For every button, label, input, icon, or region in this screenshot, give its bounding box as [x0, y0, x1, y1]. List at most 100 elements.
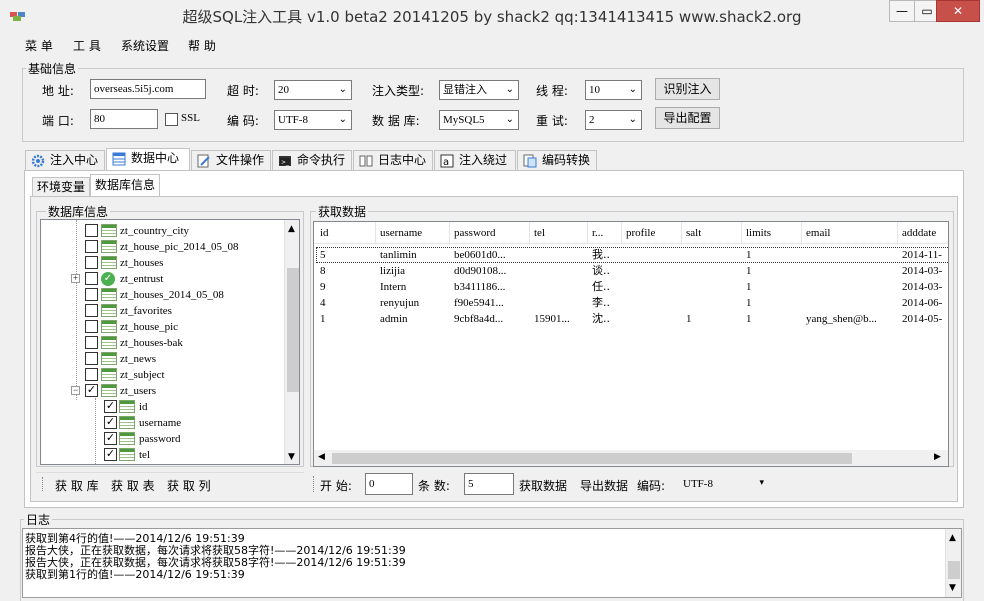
tree-item[interactable]: zt_house_pic	[41, 319, 299, 335]
grid-header-email[interactable]: email	[802, 222, 898, 244]
tab-encode-convert[interactable]: 编码转换	[517, 150, 597, 170]
tree-item[interactable]: zt_houses-bak	[41, 335, 299, 351]
get-databases-button[interactable]: 获 取 库	[55, 477, 99, 494]
count-input[interactable]: 5	[464, 473, 514, 495]
grid-header-username[interactable]: username	[376, 222, 450, 244]
ssl-checkbox[interactable]	[165, 113, 178, 126]
tree-checkbox-checked[interactable]: ✓	[104, 416, 117, 429]
export-config-button[interactable]: 导出配置	[655, 107, 720, 129]
grid-header-profile[interactable]: profile	[622, 222, 682, 244]
address-input[interactable]: overseas.5i5j.com	[90, 79, 206, 99]
tree-item[interactable]: zt_news	[41, 351, 299, 367]
title-bar[interactable]: 超级SQL注入工具 v1.0 beta2 20141205 by shack2 …	[0, 0, 984, 32]
tree-expander[interactable]: +	[71, 274, 80, 283]
tree-checkbox[interactable]	[85, 256, 98, 269]
scroll-left-icon[interactable]: ◀	[318, 452, 325, 462]
menu-help[interactable]: 帮 助	[188, 37, 216, 54]
scroll-right-icon[interactable]: ▶	[934, 452, 941, 462]
tab-data-center[interactable]: 数据中心	[106, 148, 190, 171]
threads-select[interactable]: 10 ⌄	[585, 80, 642, 100]
scroll-down-icon[interactable]: ▼	[949, 583, 956, 593]
identify-inject-button[interactable]: 识别注入	[655, 78, 720, 100]
grid-header-adddate[interactable]: adddate	[898, 222, 948, 244]
tree-item[interactable]: zt_country_city	[41, 223, 299, 239]
tree-checkbox-checked[interactable]: ✓	[104, 432, 117, 445]
menu-tools[interactable]: 工 具	[73, 37, 101, 54]
tab-command[interactable]: >_ 命令执行	[272, 150, 352, 170]
grid-header-r[interactable]: r...	[588, 222, 622, 244]
encoding-select[interactable]: UTF-8 ⌄	[274, 110, 352, 130]
db-tree[interactable]: zt_country_city zt_house_pic_2014_05_08 …	[40, 219, 300, 465]
table-row[interactable]: 9 Intern b3411186... 任.. 1 2014-03-	[314, 279, 948, 295]
tree-checkbox[interactable]	[85, 352, 98, 365]
tree-checkbox[interactable]	[85, 336, 98, 349]
tree-checkbox[interactable]	[85, 224, 98, 237]
start-input[interactable]: 0	[365, 473, 413, 495]
grid-header-id[interactable]: id	[316, 222, 376, 244]
tree-checkbox[interactable]	[85, 320, 98, 333]
grid-header-limits[interactable]: limits	[742, 222, 802, 244]
tree-item[interactable]: + ✓ zt_entrust	[41, 271, 299, 287]
grid-header-password[interactable]: password	[450, 222, 530, 244]
tree-checkbox-checked[interactable]: ✓	[104, 448, 117, 461]
tree-checkbox[interactable]	[85, 240, 98, 253]
tree-checkbox[interactable]	[85, 272, 98, 285]
scroll-thumb[interactable]	[948, 561, 960, 579]
menu-settings[interactable]: 系统设置	[121, 37, 169, 54]
table-row[interactable]: 1 admin 9cbf8a4d... 15901... 沈.. 1 1 yan…	[314, 311, 948, 327]
database-select[interactable]: MySQL5 ⌄	[439, 110, 519, 130]
scroll-down-icon[interactable]: ▼	[288, 452, 295, 462]
tab-inject-center[interactable]: 注入中心	[25, 150, 105, 170]
fetch-encoding-select[interactable]: UTF-8 ▾	[680, 473, 768, 495]
minimize-button[interactable]: —	[889, 0, 915, 22]
tree-checkbox[interactable]	[85, 304, 98, 317]
tree-column-item[interactable]: ✓ id	[41, 399, 299, 415]
grid-hscrollbar[interactable]: ◀ ▶	[314, 450, 948, 466]
scroll-up-icon[interactable]: ▲	[949, 533, 956, 543]
inject-type-select[interactable]: 显错注入 ⌄	[439, 80, 519, 100]
subtab-env-vars[interactable]: 环境变量	[32, 177, 90, 197]
tree-column-item[interactable]: ✓ username	[41, 415, 299, 431]
tree-item[interactable]: zt_house_pic_2014_05_08	[41, 239, 299, 255]
get-tables-button[interactable]: 获 取 表	[111, 477, 155, 494]
tree-column-item[interactable]: ✓ tel	[41, 447, 299, 463]
tree-item[interactable]: zt_houses_2014_05_08	[41, 287, 299, 303]
scroll-thumb[interactable]	[332, 453, 852, 464]
tree-item[interactable]: zt_houses	[41, 255, 299, 271]
tab-file-ops[interactable]: 文件操作	[191, 150, 271, 170]
menu-main[interactable]: 菜 单	[25, 37, 53, 54]
grid-header-tel[interactable]: tel	[530, 222, 588, 244]
retry-select[interactable]: 2 ⌄	[585, 110, 642, 130]
scroll-up-icon[interactable]: ▲	[288, 224, 295, 234]
table-row[interactable]: 8 lizijia d0d90108... 谈.. 1 2014-03-	[314, 263, 948, 279]
table-row[interactable]: 4 renyujun f90e5941... 李.. 1 2014-06-	[314, 295, 948, 311]
timeout-select[interactable]: 20 ⌄	[274, 80, 352, 100]
get-data-button[interactable]: 获取数据	[519, 477, 567, 494]
tree-item[interactable]: zt_subject	[41, 367, 299, 383]
close-button[interactable]: ✕	[936, 0, 980, 22]
tab-inject-bypass[interactable]: a 注入绕过	[434, 150, 516, 170]
tab-log-center[interactable]: 日志中心	[353, 150, 433, 170]
tree-checkbox-checked[interactable]: ✓	[104, 400, 117, 413]
tree-checkbox[interactable]	[85, 288, 98, 301]
tree-checkbox-checked[interactable]: ✓	[85, 384, 98, 397]
get-columns-button[interactable]: 获 取 列	[167, 477, 211, 494]
tree-item[interactable]: − ✓ zt_users	[41, 383, 299, 399]
tree-scrollbar[interactable]: ▲ ▼	[284, 220, 299, 464]
dropdown-arrow-icon: ▾	[759, 478, 764, 488]
data-grid[interactable]: id username password tel r... profile sa…	[313, 221, 949, 467]
tree-column-item[interactable]: ✓ password	[41, 431, 299, 447]
tree-item-label: zt_houses-bak	[120, 337, 183, 349]
tree-item[interactable]: zt_favorites	[41, 303, 299, 319]
log-scrollbar[interactable]: ▲ ▼	[945, 529, 961, 597]
tree-checkbox[interactable]	[85, 368, 98, 381]
tree-expander[interactable]: −	[71, 386, 80, 395]
port-input[interactable]: 80	[90, 109, 158, 129]
export-data-button[interactable]: 导出数据	[580, 477, 628, 494]
log-textarea[interactable]: 获取到第4行的值!——2014/12/6 19:51:39 报告大侠，正在获取数…	[22, 528, 962, 598]
tab-label: 编码转换	[542, 153, 591, 167]
table-row[interactable]: 5 tanlimin be0601d0... 我.. 1 2014-11-	[314, 247, 948, 263]
grid-header-salt[interactable]: salt	[682, 222, 742, 244]
scroll-thumb[interactable]	[287, 268, 299, 392]
subtab-db-info[interactable]: 数据库信息	[90, 174, 160, 197]
